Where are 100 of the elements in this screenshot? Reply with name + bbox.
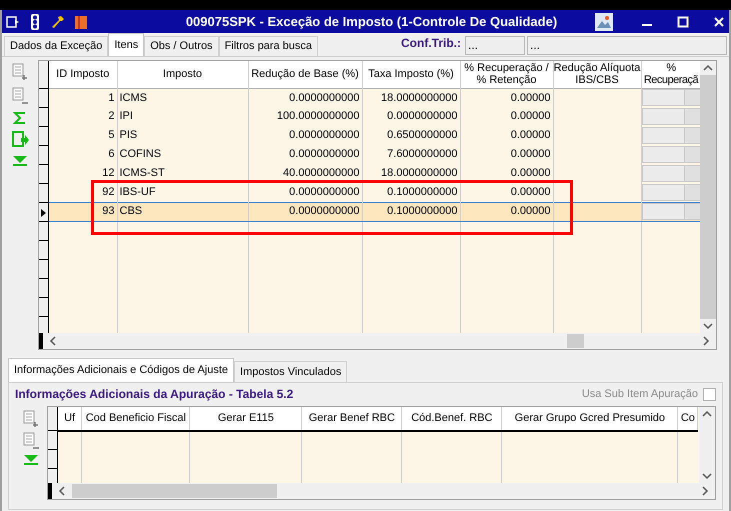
vertical-scrollbar[interactable] [699,407,715,483]
column-header[interactable]: Co [678,407,698,431]
move-down-icon[interactable] [22,454,39,466]
scroll-right-icon[interactable] [702,336,710,346]
table-cell: 0.0000000000 [248,126,362,145]
dropdown[interactable] [642,184,700,201]
dropdown[interactable] [642,108,700,125]
table-row[interactable]: 6 COFINS 0.0000000000 7.6000000000 0.00000 [49,145,700,164]
table-cell: 0.00000 [460,88,553,107]
books-icon[interactable] [74,14,88,30]
tab[interactable]: Impostos Vinculados [234,361,348,382]
table-cell: 0.00000 [460,202,553,221]
conf-trib-label: Conf.Trib.: [401,35,461,52]
input-field[interactable]: ... [527,36,727,55]
sigma-icon[interactable] [13,111,27,125]
table-row[interactable]: 5 PIS 0.0000000000 0.6500000000 0.00000 [49,126,700,145]
document-arrow-icon[interactable] [11,131,29,149]
table-cell: IBS-UF [117,183,248,202]
table-cell: 18.0000000000 [362,164,460,183]
column-header[interactable]: Imposto [117,61,248,88]
wrench-icon[interactable] [50,14,66,28]
column-header[interactable]: Redução de Base (%) [248,61,362,88]
table-cell: 0.0000000000 [248,145,362,164]
table-row[interactable]: 92 IBS-UF 0.0000000000 0.1000000000 0.00000 [49,183,700,202]
table-cell: ICMS [117,88,248,107]
checkbox[interactable] [703,388,716,400]
table-cell: 0.1000000000 [362,183,460,202]
horizontal-scrollbar[interactable] [39,333,716,349]
table-cell: 100.0000000000 [248,107,362,126]
input-field[interactable]: ... [465,36,525,55]
table-cell: 12 [49,164,117,183]
column-header[interactable]: Redução Alíquota IBS/CBS [553,61,641,88]
table-cell: 92 [49,183,117,202]
tab[interactable]: Itens [108,33,144,56]
column-header[interactable]: Taxa Imposto (%) [362,61,460,88]
remove-row-icon[interactable] [22,432,40,450]
table-cell: PIS [117,126,248,145]
traffic-light-icon[interactable] [28,14,42,30]
scroll-up-icon[interactable] [700,61,716,75]
table-cell: 6 [49,145,117,164]
table-row[interactable]: 2 IPI 100.0000000000 0.0000000000 0.00000 [49,107,700,126]
table-cell: CBS [117,202,248,221]
table-cell: IPI [117,107,248,126]
table-cell: 0.00000 [460,145,553,164]
panel-title: Informações Adicionais da Apuração - Tabela 5.2 [15,386,294,403]
scroll-thumb[interactable] [567,334,584,348]
table-cell: 0.6500000000 [362,126,460,145]
remove-row-icon[interactable] [11,87,29,105]
close-icon[interactable] [713,16,725,28]
table-row[interactable]: 12 ICMS-ST 40.0000000000 18.0000000000 0.00000 [49,164,700,183]
scroll-down-icon[interactable] [700,319,716,333]
column-header[interactable]: ID Imposto [49,61,117,88]
move-down-icon[interactable] [12,155,28,167]
table-cell: 18.0000000000 [362,88,460,107]
dropdown[interactable] [642,127,700,144]
dropdown[interactable] [642,203,700,220]
column-header[interactable]: Cod Beneficio Fiscal [82,407,190,431]
table-cell: 0.00000 [460,164,553,183]
vertical-scrollbar[interactable] [700,61,716,333]
horizontal-scrollbar[interactable] [48,483,715,499]
table-cell: COFINS [117,145,248,164]
table-cell: 40.0000000000 [248,164,362,183]
column-header[interactable]: Cód.Benef. RBC [402,407,502,431]
table-cell: 0.1000000000 [362,202,460,221]
table-cell: 7.6000000000 [362,145,460,164]
table-cell: 0.0000000000 [248,183,362,202]
column-header[interactable]: Gerar Benef RBC [302,407,402,431]
scroll-thumb[interactable] [72,484,277,498]
dropdown[interactable] [642,165,700,182]
add-row-icon[interactable] [22,410,40,428]
table-cell: 0.0000000000 [248,202,362,221]
table-cell: 5 [49,126,117,145]
dropdown[interactable] [642,146,700,163]
table-cell: 0.0000000000 [248,88,362,107]
tab[interactable]: Dados da Exceção [4,36,108,56]
add-row-icon[interactable] [11,63,29,81]
table-row[interactable]: 93 CBS 0.0000000000 0.1000000000 0.00000 [49,202,700,221]
picture-icon[interactable] [595,12,613,30]
scroll-right-icon[interactable] [701,486,709,496]
maximize-icon[interactable] [677,16,689,28]
table-row[interactable]: 1 ICMS 0.0000000000 18.0000000000 0.00000 [49,88,700,107]
tab[interactable]: Filtros para busca [218,36,318,56]
tab[interactable]: Obs / Outros [144,36,219,56]
column-header[interactable]: % Recuperaçã [641,61,700,88]
tab[interactable]: Informações Adicionais e Códigos de Ajuste [8,358,234,382]
dropdown[interactable] [642,89,700,106]
table-cell: 1 [49,88,117,107]
column-header[interactable]: % Recuperação / % Retenção [460,61,553,88]
table-cell: 0.0000000000 [362,107,460,126]
scroll-left-icon[interactable] [49,336,57,346]
table-cell: 0.00000 [460,126,553,145]
table-cell: 0.00000 [460,107,553,126]
column-header[interactable]: Gerar E115 [190,407,302,431]
table-cell: 2 [49,107,117,126]
table-cell: ICMS-ST [117,164,248,183]
table-cell: 0.00000 [460,183,553,202]
column-header[interactable]: Uf [58,407,82,431]
scroll-left-icon[interactable] [58,486,66,496]
checkbox-label: Usa Sub Item Apuração [582,386,698,402]
column-header[interactable]: Gerar Grupo Gcred Presumido [502,407,678,431]
